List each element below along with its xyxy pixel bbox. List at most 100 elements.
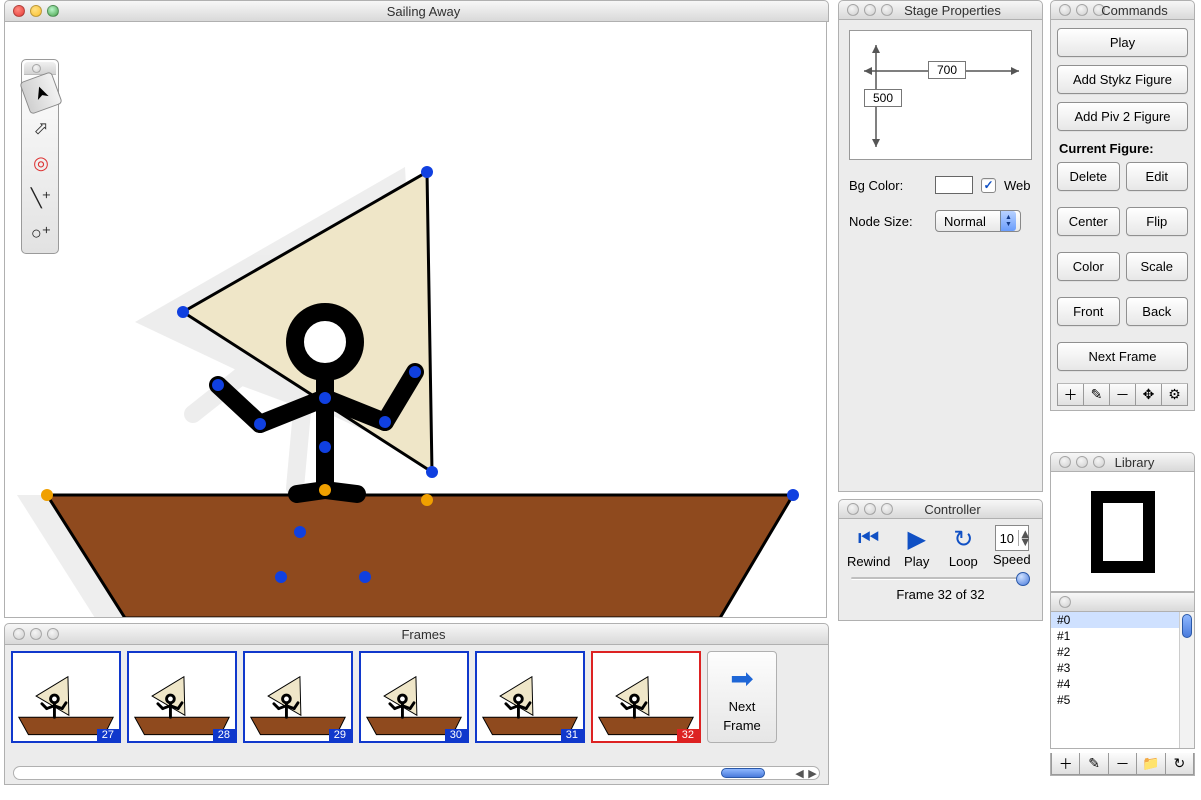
frame-number: 29 <box>329 729 351 741</box>
scrollbar-thumb[interactable] <box>1182 614 1192 638</box>
edit-node[interactable] <box>177 306 189 318</box>
frames-scrollbar[interactable]: ◀ ▶ <box>13 766 820 780</box>
web-checkbox[interactable]: ✓ <box>981 178 996 193</box>
close-icon[interactable] <box>13 5 25 17</box>
delete-button[interactable]: Delete <box>1057 162 1120 191</box>
close-icon[interactable] <box>1059 4 1071 16</box>
close-icon[interactable] <box>1059 456 1071 468</box>
controller-window: Controller ⏮ Rewind ▶ Play ↻ Loop 10 ▲▼ … <box>838 499 1043 621</box>
edit-node[interactable] <box>254 418 266 430</box>
rewind-icon: ⏮ <box>858 525 880 553</box>
library-item[interactable]: #5 <box>1051 692 1194 708</box>
commands-window: Commands Play Add Stykz Figure Add Piv 2… <box>1050 0 1195 411</box>
loop-button[interactable]: ↻ Loop <box>943 525 984 569</box>
add-icon[interactable]: ＋ <box>1051 753 1080 775</box>
move-icon[interactable]: ✥ <box>1136 384 1162 406</box>
scroll-right-icon[interactable]: ▶ <box>806 767 819 780</box>
edit-node[interactable] <box>41 489 53 501</box>
edit-node[interactable] <box>275 571 287 583</box>
add-icon[interactable]: ＋ <box>1057 384 1084 406</box>
chevron-down-icon: ▼ <box>1019 538 1028 546</box>
edit-node[interactable] <box>409 366 421 378</box>
library-item[interactable]: #0 <box>1051 612 1194 628</box>
slider-thumb[interactable] <box>1016 572 1030 586</box>
back-button[interactable]: Back <box>1126 297 1189 326</box>
commands-titlebar[interactable]: Commands <box>1050 0 1195 20</box>
edit-button[interactable]: Edit <box>1126 162 1189 191</box>
flip-button[interactable]: Flip <box>1126 207 1189 236</box>
close-icon[interactable] <box>847 503 859 515</box>
library-item[interactable]: #3 <box>1051 660 1194 676</box>
library-item[interactable]: #1 <box>1051 628 1194 644</box>
library-item[interactable]: #4 <box>1051 676 1194 692</box>
frame-thumbnail[interactable]: 31 <box>475 651 585 743</box>
speed-control: 10 ▲▼ Speed <box>990 525 1034 567</box>
rewind-button[interactable]: ⏮ Rewind <box>847 525 890 569</box>
stage-size-diagram: 700 500 <box>849 30 1032 160</box>
remove-icon[interactable]: － <box>1110 384 1136 406</box>
frame-thumbnail[interactable]: 27 <box>11 651 121 743</box>
commands-body: Play Add Stykz Figure Add Piv 2 Figure C… <box>1050 20 1195 411</box>
arrow-right-icon: ➡ <box>730 662 753 695</box>
play-button[interactable]: Play <box>1057 28 1188 57</box>
pencil-icon[interactable]: ✎ <box>1084 384 1110 406</box>
play-button[interactable]: ▶ Play <box>896 525 937 569</box>
frame-thumbnail[interactable]: 32 <box>591 651 701 743</box>
edit-node[interactable] <box>294 526 306 538</box>
next-frame-label-1: Next <box>729 699 756 714</box>
frame-thumbnail[interactable]: 28 <box>127 651 237 743</box>
frame-slider[interactable] <box>847 571 1034 585</box>
edit-node[interactable] <box>421 494 433 506</box>
library-item[interactable]: #2 <box>1051 644 1194 660</box>
remove-icon[interactable]: － <box>1109 753 1137 775</box>
main-window: Sailing Away ➤⬀◎╲⁺○⁺ <box>4 0 829 618</box>
add-stykz-figure-button[interactable]: Add Stykz Figure <box>1057 65 1188 94</box>
pencil-icon[interactable]: ✎ <box>1080 753 1108 775</box>
library-list: #0#1#2#3#4#5 <box>1050 612 1195 749</box>
frames-title: Frames <box>27 627 820 642</box>
next-frame-button[interactable]: Next Frame <box>1057 342 1188 371</box>
edit-node[interactable] <box>379 416 391 428</box>
color-button[interactable]: Color <box>1057 252 1120 281</box>
stage-titlebar[interactable]: Stage Properties <box>838 0 1043 20</box>
node-size-value: Normal <box>944 214 986 229</box>
edit-node[interactable] <box>787 489 799 501</box>
edit-node[interactable] <box>212 379 224 391</box>
gear-icon[interactable]: ⚙ <box>1162 384 1188 406</box>
edit-node[interactable] <box>319 484 331 496</box>
refresh-icon[interactable]: ↻ <box>1166 753 1194 775</box>
frame-thumbnail[interactable]: 29 <box>243 651 353 743</box>
next-frame-label-2: Frame <box>723 718 761 733</box>
folder-icon[interactable]: 📁 <box>1137 753 1165 775</box>
library-scrollbar[interactable] <box>1179 612 1194 748</box>
library-titlebar[interactable]: Library <box>1050 452 1195 472</box>
speed-stepper[interactable]: 10 ▲▼ <box>995 525 1029 551</box>
frame-thumbnail[interactable]: 30 <box>359 651 469 743</box>
frames-body: 2728 29 3031 32 ➡ Next Frame ◀ ▶ <box>4 645 829 785</box>
frames-window: Frames 2728 29 3031 32 ➡ Next Frame ◀ ▶ <box>4 623 829 785</box>
main-titlebar[interactable]: Sailing Away <box>4 0 829 22</box>
main-window-title: Sailing Away <box>27 4 820 19</box>
bg-color-swatch[interactable] <box>935 176 973 194</box>
front-button[interactable]: Front <box>1057 297 1120 326</box>
center-button[interactable]: Center <box>1057 207 1120 236</box>
close-icon[interactable] <box>1059 596 1071 608</box>
next-frame-button[interactable]: ➡ Next Frame <box>707 651 777 743</box>
close-icon[interactable] <box>847 4 859 16</box>
frame-number: 32 <box>677 729 699 741</box>
stage-canvas[interactable]: ➤⬀◎╲⁺○⁺ <box>4 22 827 618</box>
scroll-left-icon[interactable]: ◀ <box>793 767 806 780</box>
node-size-select[interactable]: Normal ▲▼ <box>935 210 1021 232</box>
controller-titlebar[interactable]: Controller <box>838 499 1043 519</box>
scrollbar-thumb[interactable] <box>721 768 765 778</box>
edit-node[interactable] <box>319 392 331 404</box>
scale-button[interactable]: Scale <box>1126 252 1189 281</box>
add-piv2-figure-button[interactable]: Add Piv 2 Figure <box>1057 102 1188 131</box>
edit-node[interactable] <box>319 441 331 453</box>
close-icon[interactable] <box>13 628 25 640</box>
library-list-titlebar[interactable] <box>1050 592 1195 612</box>
edit-node[interactable] <box>426 466 438 478</box>
frames-titlebar[interactable]: Frames <box>4 623 829 645</box>
edit-node[interactable] <box>359 571 371 583</box>
edit-node[interactable] <box>421 166 433 178</box>
